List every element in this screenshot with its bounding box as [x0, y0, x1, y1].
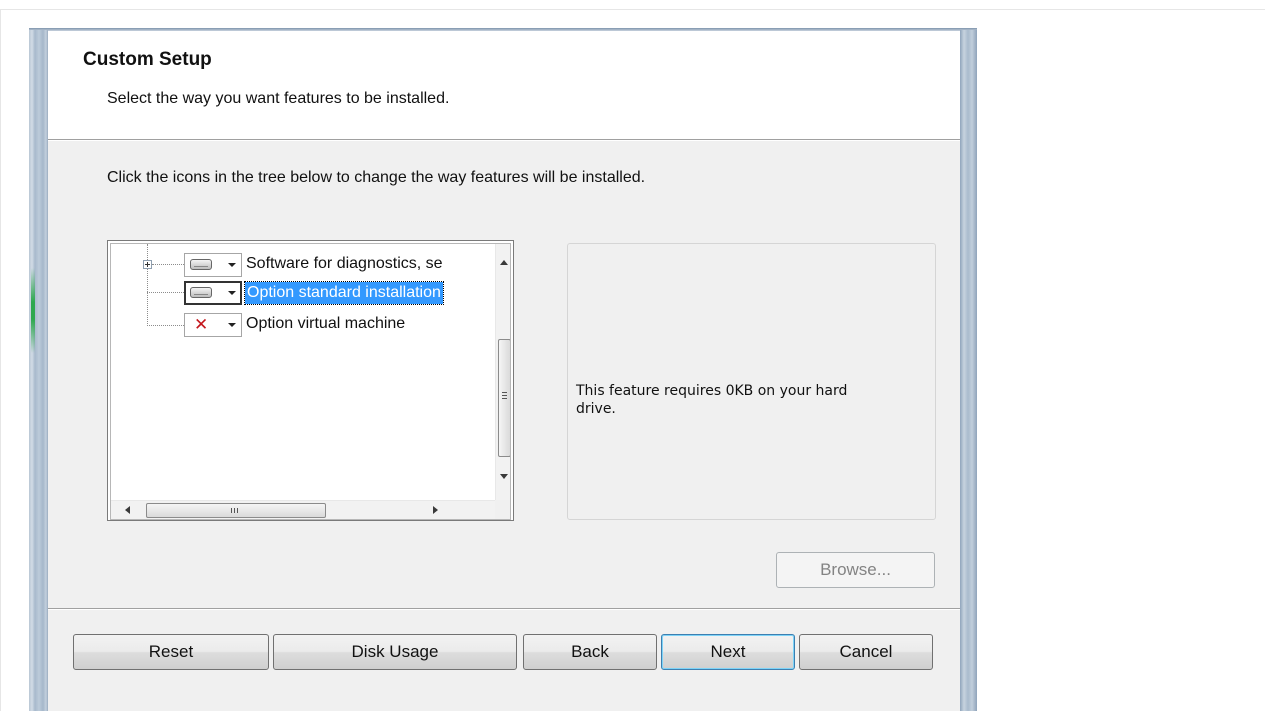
tree-connector-row-1: [152, 264, 184, 266]
instruction-text: Click the icons in the tree below to cha…: [107, 169, 646, 186]
horizontal-scroll-thumb[interactable]: [146, 503, 326, 518]
dialog-header: Custom Setup Select the way you want fea…: [48, 31, 960, 140]
feature-tree[interactable]: Software for diagnostics, se Option stan…: [107, 240, 514, 521]
scroll-down-arrow-icon[interactable]: [500, 474, 508, 479]
scrollbar-corner: [495, 500, 510, 519]
tree-item-label: Option virtual machine: [246, 315, 406, 332]
page-left-rule: [0, 9, 1, 711]
header-separator: [48, 139, 960, 141]
feature-state-button-diagnostics[interactable]: [184, 253, 242, 277]
red-x-icon: ✕: [194, 315, 209, 335]
scroll-right-arrow-icon[interactable]: [433, 506, 438, 514]
disk-usage-button[interactable]: Disk Usage: [273, 634, 517, 670]
dropdown-caret-icon: [228, 323, 236, 327]
tree-connector-row-3: [147, 325, 184, 327]
tree-item-label: Software for diagnostics, se: [246, 255, 443, 272]
page-subtitle: Select the way you want features to be i…: [107, 90, 450, 107]
footer-separator: [48, 608, 960, 610]
feature-state-button-virtual-machine[interactable]: ✕: [184, 313, 242, 337]
feature-description-panel: This feature requires 0KB on your hard d…: [567, 243, 936, 520]
tree-item-standard-installation[interactable]: Option standard installation: [244, 281, 495, 305]
window-frame-left: [29, 30, 48, 711]
tree-connector-vertical: [147, 244, 149, 326]
tree-vertical-scrollbar[interactable]: [495, 244, 510, 500]
page-top-rule: [0, 9, 1265, 10]
next-button[interactable]: Next: [661, 634, 795, 670]
tree-connector-row-2: [147, 292, 184, 294]
window-frame-right: [960, 30, 977, 711]
tree-item-virtual-machine[interactable]: Option virtual machine: [244, 313, 495, 337]
tree-item-label: Option standard installation: [244, 281, 444, 305]
feature-requirement-text: This feature requires 0KB on your hard d…: [576, 383, 848, 417]
browse-button[interactable]: Browse...: [776, 552, 935, 588]
scroll-up-arrow-icon[interactable]: [500, 260, 508, 265]
tree-horizontal-scrollbar[interactable]: [111, 500, 495, 519]
hard-drive-icon: [190, 259, 212, 270]
grip-icon: [231, 508, 238, 513]
reset-button[interactable]: Reset: [73, 634, 269, 670]
dropdown-caret-icon: [228, 263, 236, 267]
back-button[interactable]: Back: [523, 634, 657, 670]
feature-state-button-standard[interactable]: [184, 281, 242, 305]
vertical-scroll-thumb[interactable]: [498, 339, 510, 457]
scroll-left-arrow-icon[interactable]: [125, 506, 130, 514]
feature-tree-viewport: Software for diagnostics, se Option stan…: [110, 243, 511, 520]
page-title: Custom Setup: [83, 49, 212, 70]
hard-drive-icon: [190, 287, 212, 298]
frame-glow: [31, 268, 35, 353]
custom-setup-dialog: Custom Setup Select the way you want fea…: [48, 31, 960, 711]
dropdown-caret-icon: [228, 291, 236, 295]
grip-icon: [502, 392, 507, 399]
cancel-button[interactable]: Cancel: [799, 634, 933, 670]
expand-plus-icon[interactable]: [143, 260, 152, 269]
tree-item-diagnostics[interactable]: Software for diagnostics, se: [244, 253, 495, 277]
